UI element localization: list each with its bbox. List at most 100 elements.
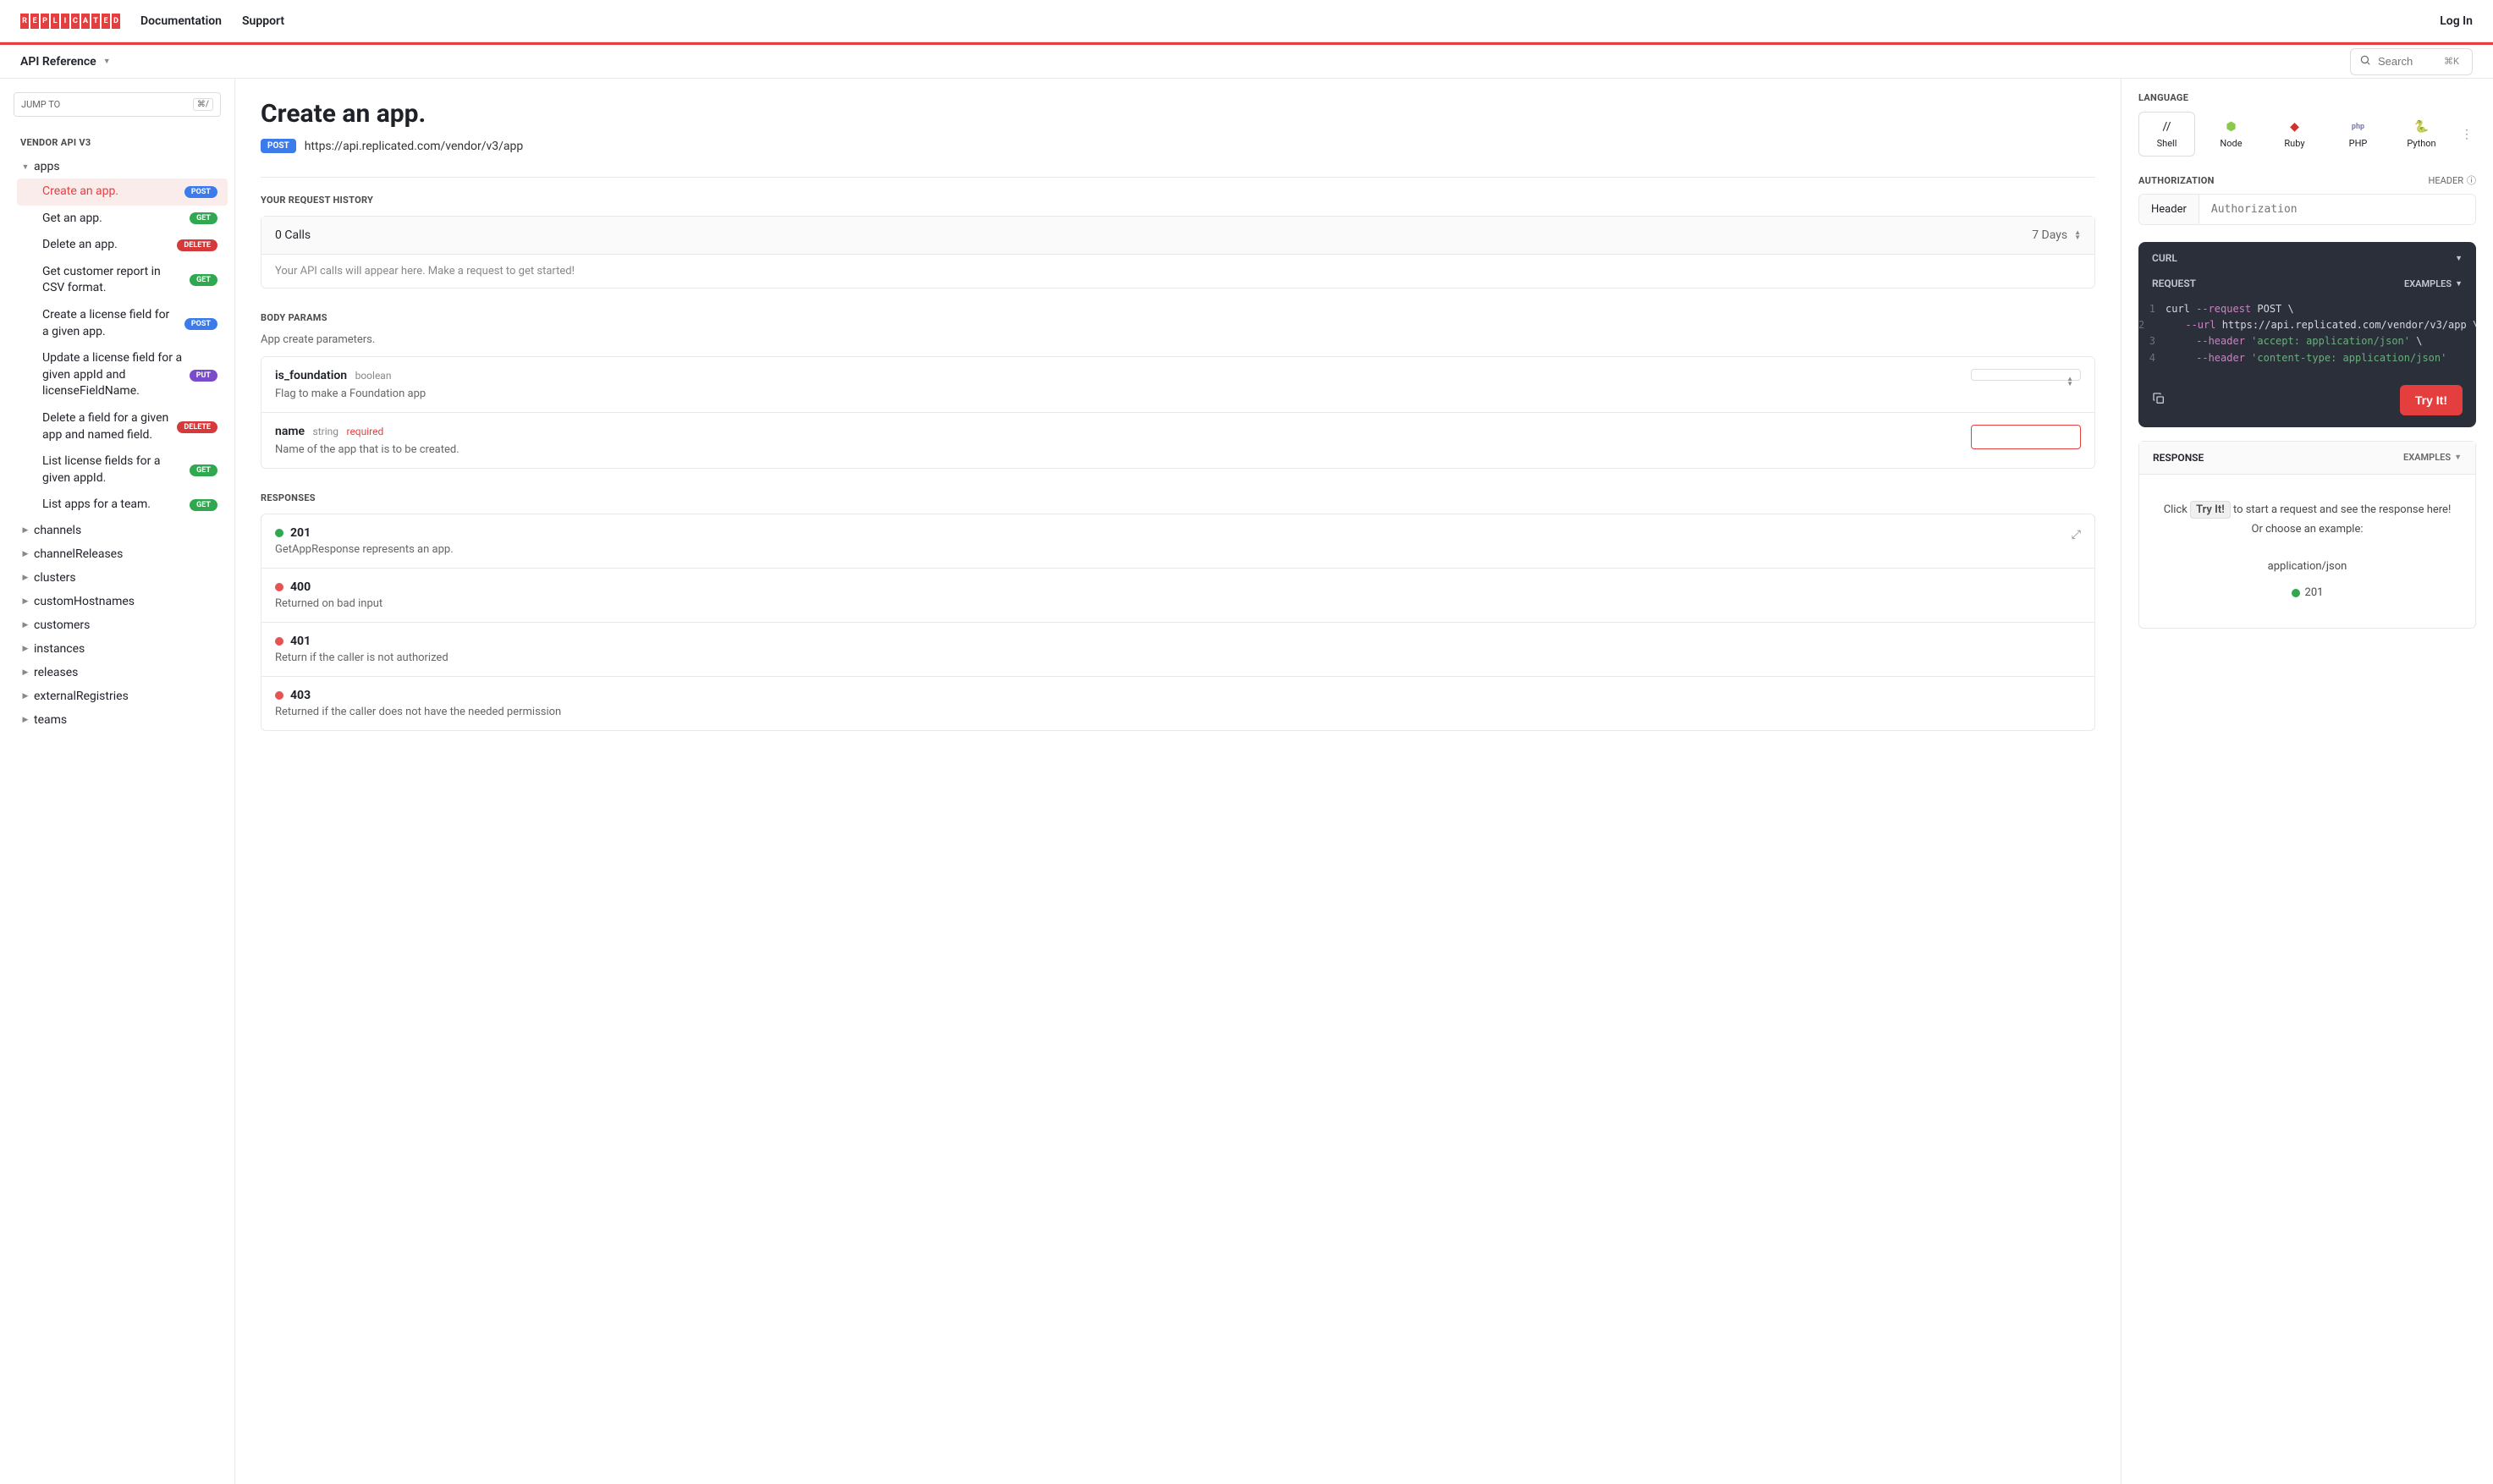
expand-icon[interactable]: ⤢ xyxy=(2072,528,2081,541)
sidebar-group-instances[interactable]: ▶instances xyxy=(10,637,234,661)
body-params-desc: App create parameters. xyxy=(261,333,2095,346)
response-row-400[interactable]: 400 Returned on bad input xyxy=(261,569,2094,623)
copy-icon[interactable] xyxy=(2152,392,2166,409)
updown-icon: ▲▼ xyxy=(2066,376,2073,387)
sidebar-group-label: externalRegistries xyxy=(34,690,129,703)
sidebar-item-customer-report[interactable]: Get customer report in CSV format. GET xyxy=(17,259,228,302)
sidebar-item-delete-app[interactable]: Delete an app. DELETE xyxy=(17,232,228,259)
lang-tab-node[interactable]: ⬢ Node xyxy=(2204,113,2259,156)
code-text: curl --request POST \ xyxy=(2166,301,2294,317)
chevron-right-icon: ▶ xyxy=(20,596,30,607)
api-reference-dropdown[interactable]: API Reference ▼ xyxy=(20,55,111,69)
sidebar-group-customers[interactable]: ▶customers xyxy=(10,613,234,637)
status-dot-red xyxy=(275,637,283,646)
param-left: name string required Name of the app tha… xyxy=(275,425,1971,456)
param-input-name[interactable] xyxy=(1971,425,2081,449)
param-name-row: name string required xyxy=(275,425,1971,438)
sidebar-group-customhostnames[interactable]: ▶customHostnames xyxy=(10,590,234,613)
response-code-line: 400 xyxy=(275,580,2081,594)
response-examples-dropdown[interactable]: EXAMPLES ▼ xyxy=(2403,452,2462,463)
sidebar-section-title: VENDOR API V3 xyxy=(0,130,234,155)
sidebar-item-label: Create an app. xyxy=(42,184,178,201)
curl-header[interactable]: CURL ▼ xyxy=(2138,242,2476,274)
method-badge: POST xyxy=(184,318,217,330)
response-row-201[interactable]: 201 GetAppResponse represents an app. ⤢ xyxy=(261,514,2094,569)
sidebar-item-create-license-field[interactable]: Create a license field for a given app. … xyxy=(17,302,228,345)
lang-tab-php[interactable]: php PHP xyxy=(2331,113,2386,156)
sidebar-group-header-apps[interactable]: ▼ apps xyxy=(10,155,234,179)
sidebar-group-channels[interactable]: ▶channels xyxy=(10,519,234,542)
sidebar-item-list-apps[interactable]: List apps for a team. GET xyxy=(17,492,228,519)
search-input[interactable] xyxy=(2378,55,2437,68)
divider xyxy=(261,177,2095,178)
sidebar-item-create-app[interactable]: Create an app. POST xyxy=(17,179,228,206)
chevron-right-icon: ▶ xyxy=(20,715,30,725)
sidebar-group-channelreleases[interactable]: ▶channelReleases xyxy=(10,542,234,566)
info-icon[interactable]: ⓘ xyxy=(2467,173,2476,187)
sidebar-item-list-license-fields[interactable]: List license fields for a given appId. G… xyxy=(17,448,228,492)
sidebar-group-clusters[interactable]: ▶clusters xyxy=(10,566,234,590)
content: Create an app. POST https://api.replicat… xyxy=(235,79,2121,1484)
jump-to-shortcut: ⌘/ xyxy=(193,98,213,111)
updown-icon: ▲▼ xyxy=(2074,230,2081,240)
sidebar-group-label: releases xyxy=(34,666,78,679)
param-name: is_foundation xyxy=(275,369,347,382)
login-button[interactable]: Log In xyxy=(2440,14,2473,28)
chevron-right-icon: ▶ xyxy=(20,549,30,559)
code-line: 3 --header 'accept: application/json' \ xyxy=(2138,333,2476,349)
lang-tab-python[interactable]: 🐍 Python xyxy=(2394,113,2449,156)
sidebar-item-label: Update a license field for a given appId… xyxy=(42,350,183,400)
sidebar-item-label: List apps for a team. xyxy=(42,497,183,514)
nav-support[interactable]: Support xyxy=(242,14,284,28)
sub-header: API Reference ▼ ⌘K xyxy=(0,45,2493,79)
response-example-code-text: 201 xyxy=(2305,583,2324,602)
search-box[interactable]: ⌘K xyxy=(2350,48,2473,75)
main-layout: JUMP TO ⌘/ VENDOR API V3 ▼ apps Create a… xyxy=(0,79,2493,1484)
sidebar-group-teams[interactable]: ▶teams xyxy=(10,708,234,732)
sidebar-group-label: clusters xyxy=(34,571,76,585)
sidebar-group-releases[interactable]: ▶ releases xyxy=(10,661,234,684)
response-desc: Return if the caller is not authorized xyxy=(275,651,2081,664)
line-number: 4 xyxy=(2138,350,2166,366)
code-text: --url https://api.replicated.com/vendor/… xyxy=(2155,317,2476,333)
logo[interactable]: REPLICATED xyxy=(20,14,120,29)
param-hint: Flag to make a Foundation app xyxy=(275,387,1971,400)
sidebar-item-label: List license fields for a given appId. xyxy=(42,453,183,486)
chevron-right-icon: ▶ xyxy=(20,525,30,536)
response-code-line: 401 xyxy=(275,635,2081,648)
method-badge: POST xyxy=(184,186,217,198)
response-code: 400 xyxy=(290,580,311,594)
sidebar-item-get-app[interactable]: Get an app. GET xyxy=(17,206,228,233)
auth-input[interactable] xyxy=(2199,195,2475,224)
lang-more-button[interactable]: ⋮ xyxy=(2457,121,2476,148)
response-example-201[interactable]: 201 xyxy=(2156,583,2458,602)
sidebar-group-apps: ▼ apps Create an app. POST Get an app. G… xyxy=(0,155,234,519)
chevron-right-icon: ▶ xyxy=(20,668,30,678)
response-row-401[interactable]: 401 Return if the caller is not authoriz… xyxy=(261,623,2094,677)
sidebar-group-externalregistries[interactable]: ▶ externalRegistries xyxy=(10,684,234,708)
nav-documentation[interactable]: Documentation xyxy=(140,14,222,28)
code-line: 2 --url https://api.replicated.com/vendo… xyxy=(2138,317,2476,333)
try-it-button[interactable]: Try It! xyxy=(2400,385,2463,415)
response-label: RESPONSE xyxy=(2153,452,2204,464)
response-row-403[interactable]: 403 Returned if the caller does not have… xyxy=(261,677,2094,730)
method-badge: GET xyxy=(190,499,217,511)
jump-to-button[interactable]: JUMP TO ⌘/ xyxy=(14,92,221,117)
history-days-selector[interactable]: 7 Days ▲▼ xyxy=(2032,228,2081,242)
examples-dropdown[interactable]: EXAMPLES ▼ xyxy=(2404,278,2463,289)
chevron-down-icon: ▼ xyxy=(2455,254,2463,263)
lang-tab-shell[interactable]: // Shell xyxy=(2138,112,2195,157)
code-line: 4 --header 'content-type: application/js… xyxy=(2138,350,2476,366)
response-code: 201 xyxy=(290,526,311,540)
method-badge: GET xyxy=(190,212,217,224)
param-name-row: is_foundation boolean xyxy=(275,369,1971,382)
sidebar-group-label: apps xyxy=(34,160,60,173)
param-select-is-foundation[interactable]: ▲▼ xyxy=(1971,369,2081,381)
sidebar-item-delete-field[interactable]: Delete a field for a given app and named… xyxy=(17,405,228,448)
chevron-right-icon: ▶ xyxy=(20,691,30,701)
auth-field-label: Header xyxy=(2139,195,2199,224)
chevron-down-icon: ▼ xyxy=(2455,279,2463,289)
lang-tab-ruby[interactable]: ◆ Ruby xyxy=(2267,113,2322,156)
sidebar-item-update-license-field[interactable]: Update a license field for a given appId… xyxy=(17,345,228,405)
responses-heading: RESPONSES xyxy=(261,492,2095,503)
